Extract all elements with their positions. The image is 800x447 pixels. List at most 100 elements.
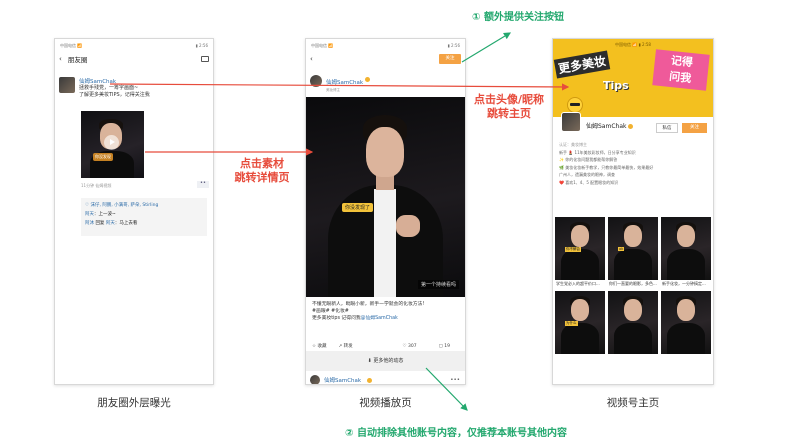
person-shirt xyxy=(374,189,396,297)
author-name[interactable]: 仙姆SamChak xyxy=(326,80,363,86)
video-title: 新手化妆，一分钟搞定... xyxy=(662,281,706,286)
reply-to-name[interactable]: 阿天 xyxy=(106,221,115,226)
thumb-tag: 为什么 xyxy=(565,321,578,326)
desc-mention[interactable]: @仙姆SamChak xyxy=(361,316,398,321)
person-body xyxy=(561,323,599,354)
video-thumbnail[interactable] xyxy=(661,217,711,280)
person-body xyxy=(614,249,652,280)
person-face xyxy=(677,299,695,321)
desc-line1: 不懂无眼新人，毗眼小新，新手一学就会的化妆方法! xyxy=(312,302,425,307)
profile-banner: 中国电信 📶 ▮ 2:58 更多美妆 Tips 记得 问我 xyxy=(553,39,713,117)
comment-text: ：上一波~ xyxy=(94,212,116,217)
verified-badge-icon xyxy=(628,124,634,129)
video-grid: 你不解会 学生党必入的超平价口... ok 你们一直要的眼影，多色... 新手化妆，… xyxy=(555,217,711,362)
post-video-thumbnail[interactable]: 你没发现 xyxy=(81,111,144,178)
back-icon[interactable]: ‹ xyxy=(310,55,313,63)
avatar[interactable] xyxy=(561,112,581,132)
video-subtitle-2: 第一个持续看吗 xyxy=(417,280,459,289)
video-thumbnail[interactable]: 你不解会 xyxy=(555,217,605,280)
avatar[interactable] xyxy=(59,77,75,93)
caption-video-page: 视频播放页 xyxy=(359,397,412,409)
more-options-icon[interactable]: ••• xyxy=(450,377,460,383)
person-body xyxy=(667,249,705,280)
person-face xyxy=(571,225,589,247)
next-post-author: 仙姆SamChak ••• xyxy=(310,375,460,384)
video-grid-item[interactable]: 你不解会 学生党必入的超平价口... xyxy=(555,217,605,288)
video-play-screen: 中国电信 📶 ▮ 2:56 ‹ 关注 仙姆SamChak 美妆博主 你没发现了 … xyxy=(305,38,466,385)
favorite-button[interactable]: ☆ 收藏 xyxy=(312,343,326,349)
status-right: ▮ 2:56 xyxy=(195,43,208,48)
person-face xyxy=(366,127,404,177)
video-thumbnail[interactable] xyxy=(661,291,711,354)
follow-button[interactable]: 关注 xyxy=(682,123,707,133)
annotation-material: 点击素材 跳转详情页 xyxy=(222,157,302,185)
video-grid-item[interactable] xyxy=(661,291,711,362)
profile-info: 仙姆SamChak 私信 关注 认证：美妆博主 新手 💄 11年美妆彩妆师，日分… xyxy=(553,112,713,189)
page-title: 朋友圈 xyxy=(67,56,88,64)
message-button[interactable]: 私信 xyxy=(656,123,678,133)
share-button[interactable]: ↗ 转发 xyxy=(338,343,352,349)
post-text-line1: 拯救手残党，一筹字画面~ xyxy=(79,85,139,91)
play-icon[interactable] xyxy=(104,135,119,150)
video-author[interactable]: 仙姆SamChak 美妆博主 xyxy=(310,69,371,93)
more-options-icon[interactable]: •• xyxy=(197,181,209,188)
action-bar: ☆ 收藏 ↗ 转发 ♡ 307 ▢ 19 xyxy=(312,343,462,350)
bio-line: ❤️ 喜欢1、4、5 配置眼妆的知识 xyxy=(559,179,619,185)
video-thumbnail[interactable] xyxy=(608,291,658,354)
video-thumbnail[interactable]: ok xyxy=(608,217,658,280)
commenter-name[interactable]: 阿沐 xyxy=(85,221,94,226)
video-grid-item[interactable]: 新手化妆，一分钟搞定... xyxy=(661,217,711,288)
camera-icon[interactable] xyxy=(201,56,209,62)
next-author-name[interactable]: 仙姆SamChak xyxy=(324,376,361,384)
like-button[interactable]: ♡ 307 xyxy=(403,344,417,349)
video-title: 你们一直要的眼影，多色... xyxy=(609,281,657,286)
annotation-line: 点击头像/昵称 xyxy=(473,93,545,106)
author-subtitle: 美妆博主 xyxy=(326,88,340,92)
back-icon[interactable]: ‹ xyxy=(59,55,62,63)
post-author-name[interactable]: 仙姆SamChak xyxy=(79,77,150,85)
video-title: 学生党必入的超平价口... xyxy=(556,281,600,286)
commenter-name[interactable]: 阿天 xyxy=(85,212,94,217)
video-thumbnail[interactable]: 为什么 xyxy=(555,291,605,354)
avatar[interactable] xyxy=(310,375,320,384)
likes-list: ♡ 沫仔, 阿鹏, 小满哥, 萨朵, Stirling xyxy=(85,203,159,208)
person-face xyxy=(677,225,695,247)
video-grid-item[interactable]: ok 你们一直要的眼影，多色... xyxy=(608,217,658,288)
comment-button[interactable]: ▢ 19 xyxy=(439,344,450,349)
desc-hashtags[interactable]: #画眼# #化妆# xyxy=(312,308,462,315)
person-body xyxy=(614,323,652,354)
verified-badge-icon xyxy=(365,77,371,82)
moments-navbar: ‹ 朋友圈 xyxy=(55,52,213,66)
person-face xyxy=(571,299,589,321)
banner-text-2: Tips xyxy=(603,79,629,92)
post-meta: 11分钟 仙姆视频 xyxy=(81,183,112,188)
video-caption: 你没发现 xyxy=(93,153,113,161)
video-subtitle: 你没发现了 xyxy=(342,203,374,212)
person-hand xyxy=(396,215,420,237)
follow-button[interactable]: 关注 xyxy=(439,54,461,64)
video-description: 不懂无眼新人，毗眼小新，新手一学就会的化妆方法! #画眼# #化妆# 更多美妆t… xyxy=(312,301,462,322)
profile-name-text: 仙姆SamChak xyxy=(586,123,627,130)
more-posts-button[interactable]: ⬇ 更多他的动态 xyxy=(306,351,465,371)
reply-label: 回复 xyxy=(95,221,105,226)
arrow-follow-note xyxy=(461,32,512,63)
avatar[interactable] xyxy=(310,75,322,87)
annotation-line: 跳转主页 xyxy=(487,107,531,120)
bio-verification: 认证：美妆博主 xyxy=(559,142,587,147)
moments-screen: 中国电信 📶 ▮ 2:56 ‹ 朋友圈 仙姆SamChak 拯救手残党，一筹字画… xyxy=(54,38,214,385)
status-left: 中国电信 📶 xyxy=(60,42,83,48)
channel-home-screen: 中国电信 📶 ▮ 2:58 更多美妆 Tips 记得 问我 仙姆SamChak … xyxy=(552,38,714,385)
bio-line: 🌿 美妆化妆新手教学，只教你最简单最快，效果最好 xyxy=(559,164,654,170)
video-player[interactable]: 你没发现了 第一个持续看吗 xyxy=(306,97,465,297)
status-bar: 中国电信 📶 ▮ 2:56 xyxy=(55,39,213,52)
annotation-line: 跳转详情页 xyxy=(234,171,290,184)
bio-line: 广州人，遗漏美妆的眼神，调查 xyxy=(559,172,615,177)
bio-line: 新手 💄 11年美妆彩妆师，日分享专业知识 xyxy=(559,149,636,155)
status-bar: 中国电信 📶 ▮ 2:56 xyxy=(306,39,465,52)
annotation-avatar: 点击头像/昵称 跳转主页 xyxy=(466,93,552,121)
annotation-recommend: ② 自动排除其他账号内容，仅推荐本账号其他内容 xyxy=(345,428,567,439)
video-grid-item[interactable] xyxy=(608,291,658,362)
person-body xyxy=(561,249,599,280)
video-grid-item[interactable]: 为什么 xyxy=(555,291,605,362)
annotation-follow-button: ① 额外提供关注按钮 xyxy=(472,12,564,23)
